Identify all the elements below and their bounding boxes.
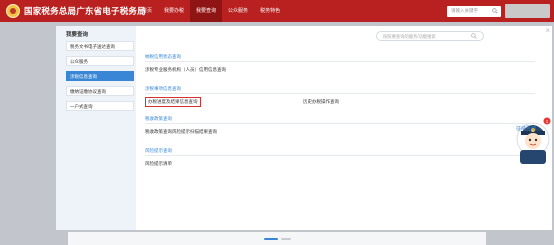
section-divider bbox=[145, 123, 535, 124]
query-panel: 我要查询 税务文书电子送达查询 公众服务 涉税信息查询 缴纳证缴协议查询 一户式… bbox=[56, 26, 552, 230]
main-nav: 首页 我要办税 我要查询 公众服务 税务特色 bbox=[136, 0, 286, 22]
service-search-placeholder: 按照要查询的服务/功能搜索 bbox=[383, 34, 436, 39]
sidebar-item-one-household[interactable]: 一户式查询 bbox=[66, 101, 134, 111]
header-search-placeholder: 请输入关键字 bbox=[451, 8, 478, 13]
sidebar-title: 我要查询 bbox=[66, 32, 89, 38]
sidebar-item-public-service[interactable]: 公众服务 bbox=[66, 56, 134, 66]
query-sidebar: 我要查询 税务文书电子送达查询 公众服务 涉税信息查询 缴纳证缴协议查询 一户式… bbox=[56, 26, 136, 230]
sidebar-item-document-delivery[interactable]: 税务文书电子送达查询 bbox=[66, 41, 134, 51]
section-title-tax-matters: 涉税事项信息查询 bbox=[145, 86, 181, 91]
sidebar-item-payment-agreement[interactable]: 缴纳证缴协议查询 bbox=[66, 86, 134, 96]
service-search-input[interactable]: 按照要查询的服务/功能搜索 bbox=[376, 31, 484, 41]
mascot-caption: 征纳互动 bbox=[516, 125, 536, 132]
assistant-mascot-icon[interactable]: 1 征纳互动 bbox=[512, 112, 552, 168]
header-search-input[interactable]: 请输入关键字 bbox=[447, 6, 501, 17]
login-button[interactable] bbox=[505, 4, 550, 18]
search-icon[interactable] bbox=[471, 33, 477, 39]
top-header: 国家税务总局广东省电子税务局 首页 我要办税 我要查询 公众服务 税务特色 请输… bbox=[0, 0, 554, 22]
section-divider bbox=[145, 93, 535, 94]
section-divider bbox=[145, 61, 535, 62]
section-divider bbox=[145, 155, 535, 156]
link-progress-result-query[interactable]: 办税进度及结果信息查询 bbox=[145, 97, 201, 107]
link-policy-risk-scan[interactable]: 税收政策查询风险提示扫描结果查询 bbox=[145, 129, 217, 135]
search-icon[interactable] bbox=[492, 8, 498, 14]
close-icon[interactable]: × bbox=[545, 27, 550, 35]
carousel-dot-active[interactable] bbox=[264, 238, 278, 240]
carousel-dot[interactable] bbox=[281, 238, 291, 240]
nav-tax-features[interactable]: 税务特色 bbox=[254, 0, 286, 22]
sidebar-item-tax-info[interactable]: 涉税信息查询 bbox=[66, 71, 134, 81]
link-history-operation-query[interactable]: 历史办税操作查询 bbox=[303, 99, 339, 105]
section-title-policy: 税收政策查询 bbox=[145, 116, 172, 121]
tax-bureau-logo-icon bbox=[6, 4, 20, 18]
nav-public-service[interactable]: 公众服务 bbox=[222, 0, 254, 22]
link-risk-list[interactable]: 风险提示清单 bbox=[145, 161, 172, 167]
nav-do-tax[interactable]: 我要办税 bbox=[158, 0, 190, 22]
nav-home[interactable]: 首页 bbox=[136, 0, 158, 22]
link-credit-info-query[interactable]: 涉税专业服务机构（人员）信用信息查询 bbox=[145, 67, 226, 73]
query-content: 按照要查询的服务/功能搜索 × 纳税信用状态查询 涉税专业服务机构（人员）信用信… bbox=[136, 26, 552, 230]
nav-query[interactable]: 我要查询 bbox=[190, 0, 223, 22]
section-title-credit: 纳税信用状态查询 bbox=[145, 54, 181, 59]
site-title: 国家税务总局广东省电子税务局 bbox=[24, 6, 146, 16]
section-title-risk: 风险提示查询 bbox=[145, 148, 172, 153]
